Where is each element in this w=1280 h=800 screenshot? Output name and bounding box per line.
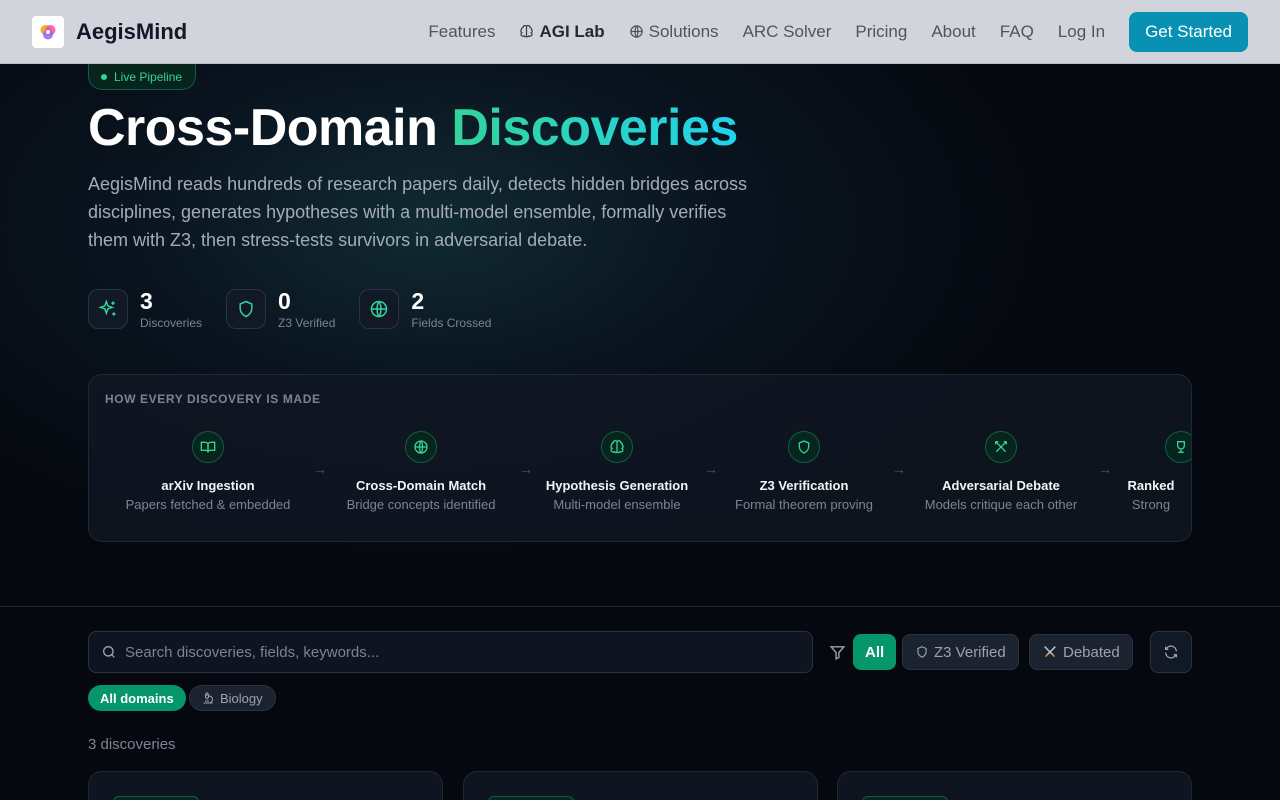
filter-z3-label: Z3 Verified — [934, 643, 1006, 661]
card-tag — [862, 796, 948, 800]
domain-biology-chip[interactable]: Biology — [189, 685, 276, 711]
stat-label: Fields Crossed — [411, 316, 492, 330]
brain-icon — [601, 431, 633, 463]
nav-link-agi-lab[interactable]: AGI Lab — [519, 21, 605, 42]
hero-description: AegisMind reads hundreds of research pap… — [88, 174, 748, 250]
page-title-plain: Cross-Domain — [88, 99, 438, 157]
step-name: Hypothesis Generation — [545, 478, 689, 493]
step-subtitle: Multi-model ensemble — [553, 497, 681, 512]
refresh-icon — [1165, 645, 1177, 659]
shield-icon — [226, 289, 267, 329]
domain-biology-label: Biology — [220, 690, 263, 706]
swords-icon — [985, 431, 1017, 463]
brand-logo[interactable] — [32, 15, 64, 48]
stat-value: 0 — [278, 288, 291, 314]
step-name: Adversarial Debate — [942, 478, 1060, 493]
page-title: Cross-Domain Discoveries — [88, 98, 738, 158]
live-status-dot — [101, 73, 107, 80]
nav-link-pricing[interactable]: Pricing — [855, 22, 907, 42]
pipeline-step-ranked: Ranked Strong — [1121, 431, 1191, 512]
step-name: Cross-Domain Match — [355, 478, 487, 493]
pipeline-step-cross-domain: Cross-Domain Match Bridge concepts ident… — [339, 431, 503, 512]
step-subtitle: Models critique each other — [924, 497, 1078, 512]
arrow-right-icon: → — [892, 461, 906, 477]
step-subtitle: Bridge concepts identified — [346, 497, 496, 512]
nav-link-solutions-label: Solutions — [648, 21, 719, 41]
shield-icon — [788, 431, 820, 463]
arrow-right-icon: → — [313, 461, 327, 477]
pipeline-step-debate: Adversarial Debate Models critique each … — [915, 431, 1087, 512]
pipeline-step-hypothesis: Hypothesis Generation Multi-model ensemb… — [543, 431, 691, 512]
stat-value: 3 — [140, 288, 153, 314]
arrow-right-icon: → — [704, 461, 718, 477]
pipeline-title: HOW EVERY DISCOVERY IS MADE — [105, 392, 321, 406]
filter-debated-button[interactable]: Debated — [1029, 634, 1133, 670]
crossed-swords-icon — [1044, 646, 1056, 658]
live-pipeline-badge: Live Pipeline — [88, 64, 197, 90]
card-tag — [113, 796, 199, 800]
stat-discoveries: 3 Discoveries — [88, 288, 202, 330]
nav-link-features[interactable]: Features — [428, 22, 495, 42]
page-title-accent: Discoveries — [451, 99, 738, 157]
nav-link-agi-lab-label: AGI Lab — [539, 21, 605, 41]
sparkles-icon — [88, 289, 128, 329]
globe-icon — [629, 25, 643, 39]
top-navbar: AegisMind Features AGI Lab Solutions ARC… — [0, 0, 1280, 64]
trophy-icon — [1165, 431, 1191, 463]
search-input[interactable] — [125, 643, 785, 661]
nav-link-faq[interactable]: FAQ — [1000, 22, 1034, 42]
search-icon — [103, 646, 115, 658]
nav-link-about[interactable]: About — [931, 22, 975, 42]
step-subtitle: Papers fetched & embedded — [125, 497, 291, 512]
step-subtitle: Formal theorem proving — [735, 497, 873, 512]
step-name: Ranked — [1127, 478, 1175, 493]
globe-icon — [405, 431, 437, 463]
step-subtitle: Strong — [1131, 497, 1171, 512]
discovery-count: 3 discoveries — [88, 736, 176, 753]
globe-icon — [359, 289, 400, 329]
card-tag — [488, 796, 574, 800]
live-pipeline-label: Live Pipeline — [114, 69, 183, 84]
login-link[interactable]: Log In — [1058, 22, 1105, 42]
stat-z3-verified: 0 Z3 Verified — [226, 288, 335, 330]
stat-value: 2 — [411, 288, 425, 314]
microscope-icon — [203, 692, 213, 704]
shield-icon — [917, 646, 927, 658]
discovery-card[interactable] — [463, 771, 818, 800]
arrow-right-icon: → — [1098, 461, 1112, 477]
discovery-card[interactable] — [837, 771, 1192, 800]
stats-row: 3 Discoveries 0 Z3 Verified 2 Fields Cro… — [88, 288, 515, 330]
filter-all-button[interactable]: All — [853, 634, 897, 670]
stat-label: Z3 Verified — [278, 316, 336, 330]
brand-name[interactable]: AegisMind — [76, 19, 187, 45]
filter-debated-label: Debated — [1063, 643, 1120, 661]
domain-all-chip[interactable]: All domains — [88, 685, 186, 711]
filter-icon — [829, 646, 846, 661]
step-name: arXiv Ingestion — [161, 478, 255, 493]
section-divider — [0, 606, 1280, 607]
pipeline-step-z3: Z3 Verification Formal theorem proving — [729, 431, 879, 512]
stat-label: Discoveries — [140, 316, 203, 330]
brain-icon — [520, 24, 534, 38]
pipeline-step-ingestion: arXiv Ingestion Papers fetched & embedde… — [121, 431, 295, 512]
stat-fields-crossed: 2 Fields Crossed — [359, 288, 491, 330]
nav-link-solutions[interactable]: Solutions — [629, 22, 719, 42]
nav-links: Features AGI Lab Solutions ARC Solver Pr… — [404, 11, 1248, 52]
search-box[interactable] — [88, 631, 813, 673]
step-name: Z3 Verification — [759, 478, 849, 493]
get-started-button[interactable]: Get Started — [1129, 11, 1248, 52]
logo-icon — [40, 24, 56, 39]
nav-link-arc-solver[interactable]: ARC Solver — [743, 22, 832, 42]
refresh-button[interactable] — [1150, 631, 1192, 673]
book-open-icon — [192, 431, 224, 463]
pipeline-panel: HOW EVERY DISCOVERY IS MADE arXiv Ingest… — [88, 374, 1192, 542]
discovery-card[interactable] — [88, 771, 443, 800]
filter-z3-verified-button[interactable]: Z3 Verified — [902, 634, 1019, 670]
arrow-right-icon: → — [519, 461, 533, 477]
